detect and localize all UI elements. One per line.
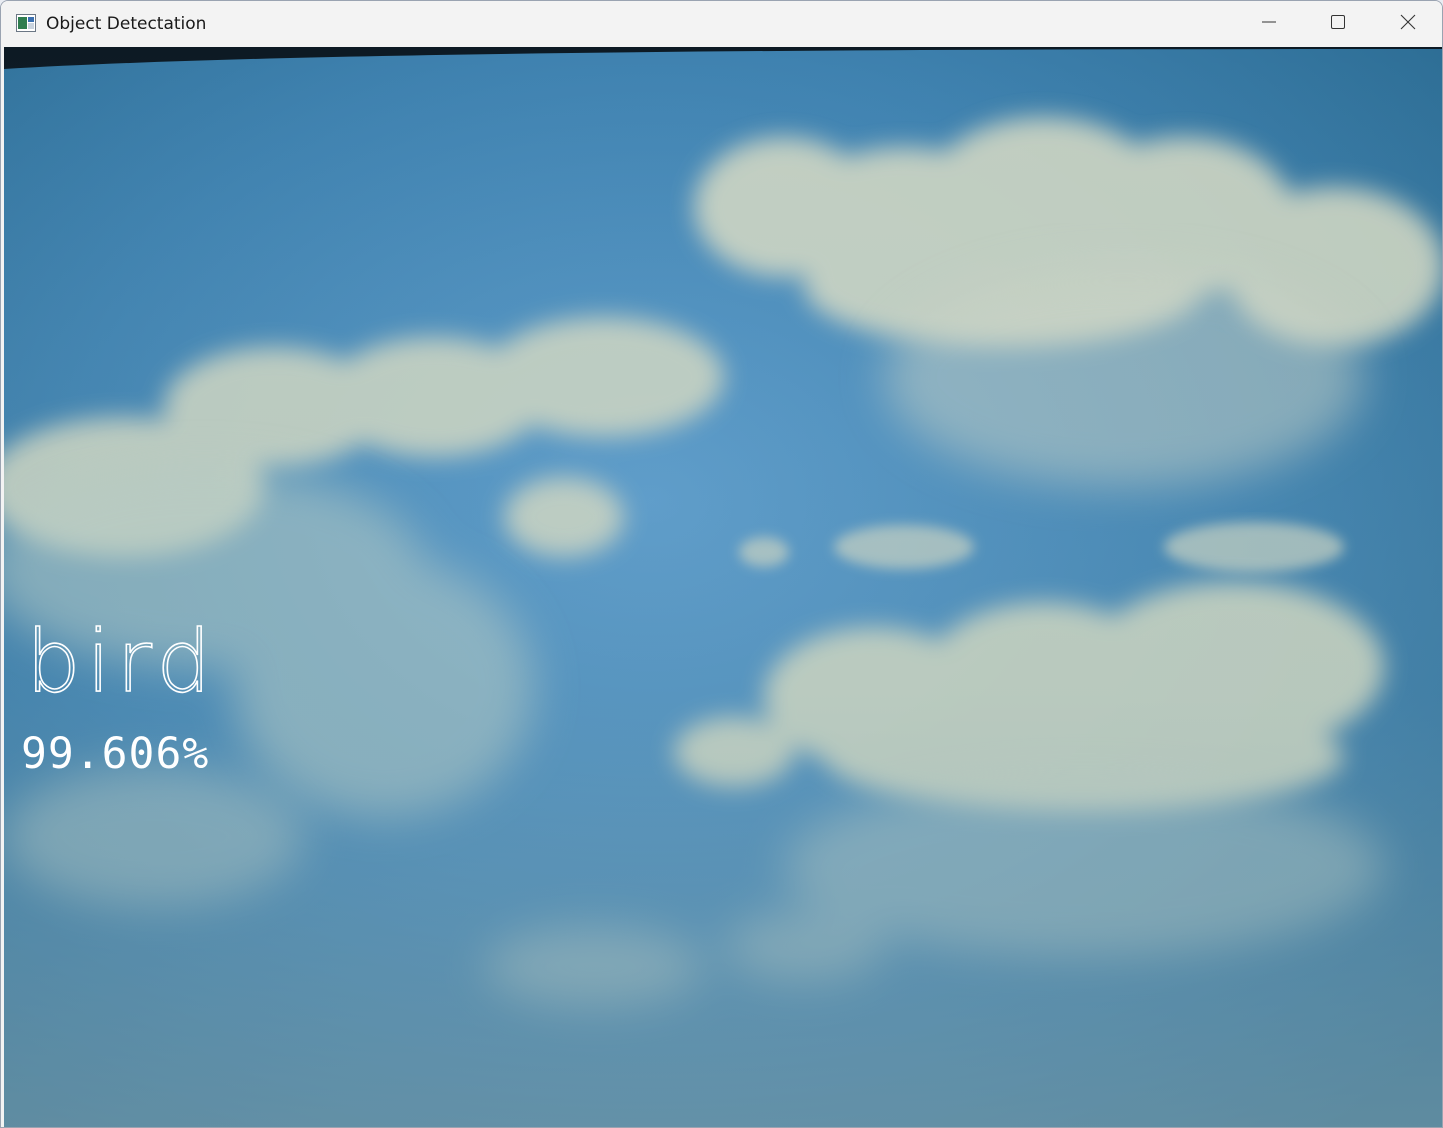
minimize-button[interactable] [1235, 1, 1303, 47]
detection-confidence: 99.606% [21, 729, 210, 779]
app-window-icon [16, 14, 36, 32]
window-title: Object Detectation [46, 14, 207, 34]
maximize-button[interactable] [1304, 1, 1372, 47]
object-detection-window: Object Detectation bird 99.606% [0, 0, 1443, 1128]
close-icon [1400, 14, 1416, 34]
detection-label: bird [25, 611, 217, 713]
title-bar[interactable]: Object Detectation [1, 1, 1442, 47]
maximize-icon [1330, 14, 1346, 34]
sky-image [4, 47, 1442, 1127]
camera-feed: bird 99.606% [4, 47, 1442, 1127]
close-button[interactable] [1374, 1, 1442, 47]
minimize-icon [1261, 14, 1277, 34]
